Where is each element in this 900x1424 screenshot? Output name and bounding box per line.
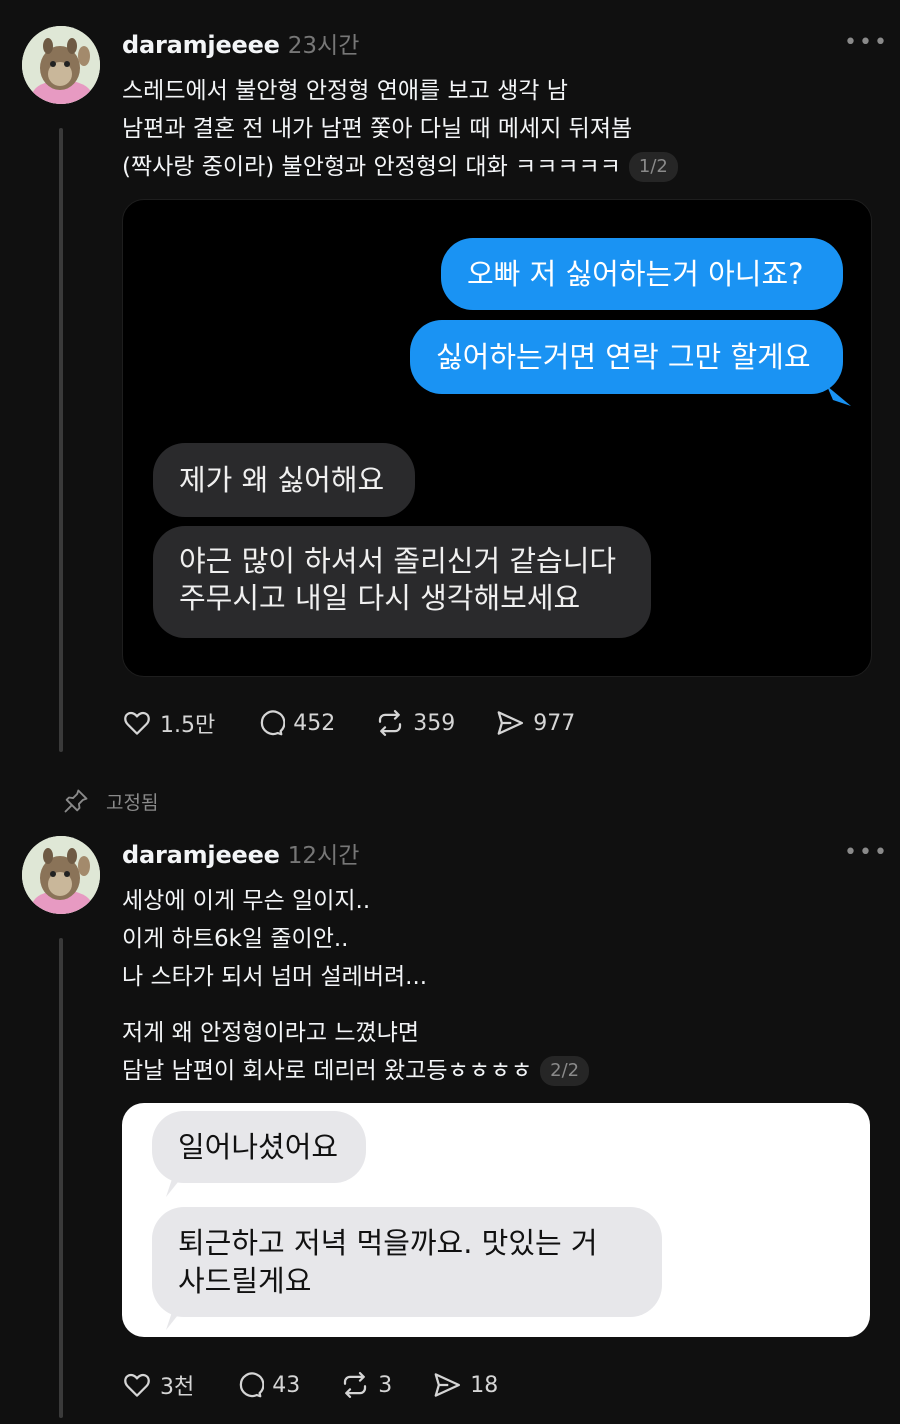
comment-icon	[240, 1372, 265, 1398]
share-button[interactable]: 977	[495, 708, 575, 738]
post-text-line: 저게 왜 안정형이라고 느꼈냐면	[122, 1020, 420, 1046]
post-text-line: 세상에 이게 무슨 일이지..	[122, 888, 371, 914]
share-icon	[434, 1373, 461, 1397]
chat-bubble-text: 주무시고 내일 다시 생각해보세요	[179, 581, 581, 615]
like-button[interactable]: 3천	[122, 1369, 194, 1401]
bubble-tail	[166, 1310, 182, 1330]
post-text-line: 담날 남편이 회사로 데리러 왔고등ㅎㅎㅎㅎ 2/2	[122, 1052, 590, 1090]
post-text-line: 남편과 결혼 전 내가 남편 쫓아 다닐 때 메세지 뒤져봄	[122, 116, 633, 142]
post-time: 23시간	[287, 33, 360, 59]
heart-icon	[124, 711, 150, 735]
chat-bubble-received: 일어나셨어요	[152, 1111, 366, 1183]
thread-line	[59, 938, 63, 1418]
share-count: 18	[470, 1372, 499, 1398]
share-icon	[497, 711, 524, 735]
heart-icon	[124, 1373, 150, 1397]
post-text: 저게 왜 안정형이라고 느꼈냐면 담날 남편이 회사로 데리러 왔고등ㅎㅎㅎㅎ 2…	[122, 1014, 590, 1090]
chat-bubble-sent: 오빠 저 싫어하는거 아니죠?	[441, 238, 843, 310]
chat-bubble-text: 퇴근하고 저녁 먹을까요. 맛있는 거	[178, 1226, 598, 1260]
comment-button[interactable]: 452	[255, 708, 335, 738]
post-time: 12시간	[287, 843, 360, 869]
like-count: 3천	[160, 1375, 195, 1400]
post-text-line: 스레드에서 불안형 안정형 연애를 보고 생각 남	[122, 78, 568, 104]
repost-count: 359	[413, 710, 456, 736]
page-indicator: 2/2	[540, 1056, 590, 1086]
chat-bubble-text: 일어나셨어요	[178, 1130, 339, 1164]
comment-count: 43	[272, 1372, 301, 1398]
repost-button[interactable]: 3	[340, 1370, 392, 1400]
post-text-line-content: 담날 남편이 회사로 데리러 왔고등ㅎㅎㅎㅎ	[122, 1058, 533, 1084]
post-header: daramjeeee 23시간	[122, 30, 359, 63]
post-text: 세상에 이게 무슨 일이지.. 이게 하트6k일 줄이안.. 나 스타가 되서 …	[122, 882, 427, 996]
chat-bubble-text: 야근 많이 하셔서 졸리신거 같습니다	[179, 544, 617, 578]
chat-bubble-received: 제가 왜 싫어해요	[153, 443, 415, 517]
bubble-tail	[827, 386, 851, 406]
post-text-line-content: (짝사랑 중이라) 불안형과 안정형의 대화 ㅋㅋㅋㅋㅋ	[122, 154, 621, 180]
post-text-line: 나 스타가 되서 넘머 설레버려...	[122, 964, 428, 990]
squirrel-avatar-image	[22, 26, 100, 104]
like-button[interactable]: 1.5만	[122, 707, 215, 739]
like-count: 1.5만	[160, 713, 216, 738]
more-icon[interactable]: •••	[844, 840, 889, 865]
chat-bubble-text: 제가 왜 싫어해요	[179, 463, 385, 497]
bubble-tail	[166, 1177, 182, 1197]
chat-bubble-text: 오빠 저 싫어하는거 아니죠?	[467, 257, 804, 291]
comment-count: 452	[293, 710, 336, 736]
post-actions: 1.5만 452 359 977	[122, 706, 615, 740]
chat-bubble-text: 사드릴게요	[178, 1264, 312, 1298]
squirrel-avatar-image	[22, 836, 100, 914]
avatar[interactable]	[22, 836, 100, 914]
comment-icon	[261, 710, 286, 736]
post-text: 스레드에서 불안형 안정형 연애를 보고 생각 남 남편과 결혼 전 내가 남편…	[122, 72, 678, 186]
chat-bubble-received: 퇴근하고 저녁 먹을까요. 맛있는 거 사드릴게요	[152, 1207, 662, 1317]
post-actions: 3천 43 3 18	[122, 1368, 538, 1402]
repost-button[interactable]: 359	[375, 708, 455, 738]
pinned-label: 고정됨	[106, 791, 159, 814]
more-icon[interactable]: •••	[844, 30, 889, 55]
chat-bubble-sent: 싫어하는거면 연락 그만 할게요	[410, 320, 843, 394]
post-header: daramjeeee 12시간	[122, 840, 359, 873]
chat-bubble-text: 싫어하는거면 연락 그만 할게요	[436, 340, 811, 374]
post-text-line: 이게 하트6k일 줄이안..	[122, 926, 349, 952]
username[interactable]: daramjeeee	[122, 841, 280, 869]
image-card-dark[interactable]: 오빠 저 싫어하는거 아니죠? 싫어하는거면 연락 그만 할게요 제가 왜 싫어…	[122, 199, 872, 677]
share-count: 977	[533, 710, 576, 736]
username[interactable]: daramjeeee	[122, 31, 280, 59]
pinned-indicator: 고정됨	[62, 786, 158, 816]
repost-count: 3	[378, 1372, 393, 1398]
chat-bubble-received: 야근 많이 하셔서 졸리신거 같습니다 주무시고 내일 다시 생각해보세요	[153, 526, 651, 638]
comment-button[interactable]: 43	[234, 1370, 300, 1400]
repost-icon	[344, 1372, 367, 1398]
image-card-light[interactable]: 일어나셨어요 퇴근하고 저녁 먹을까요. 맛있는 거 사드릴게요	[122, 1103, 870, 1337]
page-indicator: 1/2	[628, 152, 678, 182]
pin-icon	[64, 789, 88, 813]
avatar[interactable]	[22, 26, 100, 104]
share-button[interactable]: 18	[432, 1370, 498, 1400]
repost-icon	[379, 710, 402, 736]
post-text-line: (짝사랑 중이라) 불안형과 안정형의 대화 ㅋㅋㅋㅋㅋ 1/2	[122, 148, 678, 186]
thread-line	[59, 128, 63, 752]
